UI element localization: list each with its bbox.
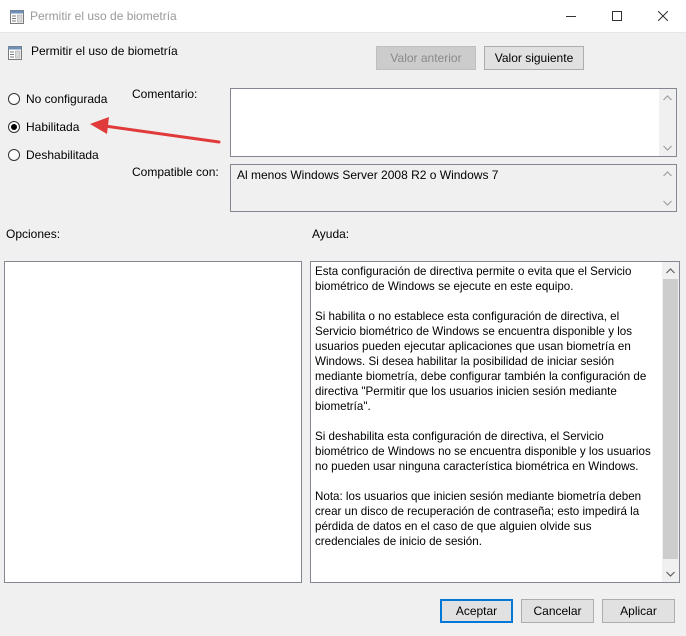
scroll-down-icon[interactable] [663,198,672,207]
scroll-up-icon[interactable] [663,169,672,178]
comment-textarea[interactable] [230,88,677,157]
radio-label: No configurada [26,92,108,106]
radio-enabled[interactable]: Habilitada [8,120,79,134]
window-title: Permitir el uso de biometría [30,9,177,23]
minimize-icon [566,16,576,17]
policy-window-icon [9,9,25,28]
radio-circle[interactable] [8,93,20,105]
policy-name: Permitir el uso de biometría [31,44,178,58]
scroll-down-icon[interactable] [666,569,675,578]
options-label: Opciones: [6,227,61,241]
scroll-down-icon[interactable] [663,143,672,152]
compatible-scrollbar[interactable] [659,165,676,211]
annotation-arrow-icon [90,117,221,144]
scroll-up-icon[interactable] [663,93,672,102]
close-icon [658,11,668,21]
close-button[interactable] [640,0,686,32]
radio-label: Habilitada [26,120,80,134]
comment-label: Comentario: [132,87,198,101]
help-pane: Esta configuración de directiva permite … [310,261,680,583]
compatible-label: Compatible con: [132,165,219,179]
next-setting-button[interactable]: Valor siguiente [484,46,584,70]
help-text: Esta configuración de directiva permite … [315,265,651,548]
comment-scrollbar[interactable] [659,89,676,156]
title-bar: Permitir el uso de biometría [0,0,686,33]
scroll-up-icon[interactable] [666,266,675,275]
ok-button[interactable]: Aceptar [440,599,513,623]
policy-icon [7,45,23,64]
radio-circle[interactable] [8,121,20,133]
maximize-button[interactable] [594,0,640,32]
scroll-thumb[interactable] [663,279,678,559]
help-label: Ayuda: [312,227,350,241]
apply-button[interactable]: Aplicar [602,599,675,623]
compatible-value: Al menos Windows Server 2008 R2 o Window… [237,168,499,182]
radio-not-configured[interactable]: No configurada [8,92,107,106]
maximize-icon [612,11,622,21]
minimize-button[interactable] [548,0,594,32]
help-scrollbar[interactable] [662,262,679,582]
options-pane [4,261,302,583]
radio-circle[interactable] [8,149,20,161]
compatible-field: Al menos Windows Server 2008 R2 o Window… [230,164,677,212]
cancel-button[interactable]: Cancelar [521,599,594,623]
previous-setting-button[interactable]: Valor anterior [376,46,476,70]
